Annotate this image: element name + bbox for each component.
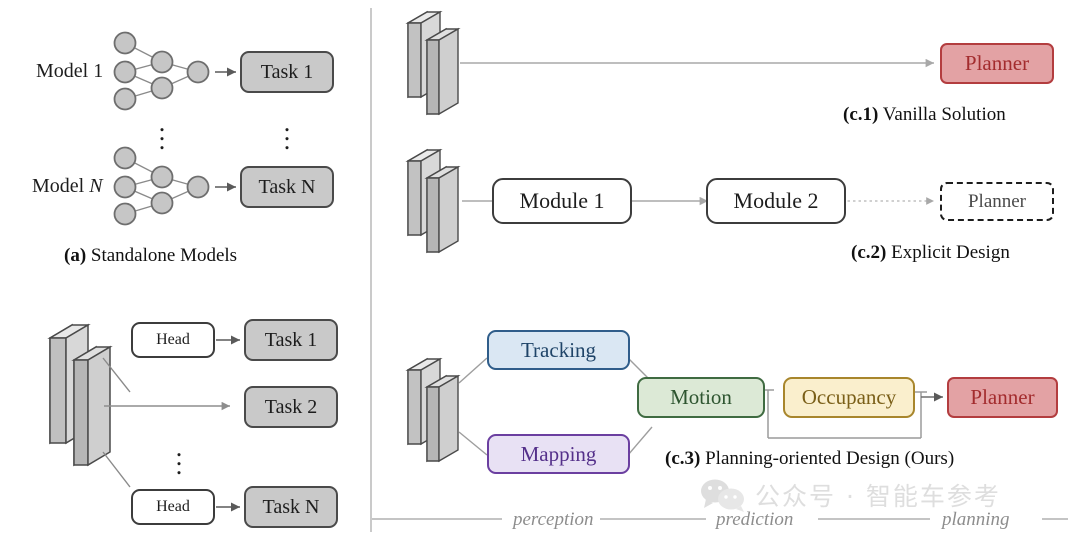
task-box-a-n[interactable]: Task N [240,166,334,208]
stage-label-perception: perception [513,509,594,530]
wechat-icon [701,479,744,512]
caption-panel-c3: (c.3) Planning-oriented Design (Ours) [665,448,955,469]
task-box-b-n[interactable]: Task N [244,486,338,528]
planner-box-c1[interactable]: Planner [940,43,1054,84]
model-label-n: Model N [32,175,103,197]
network-graph-model-1 [113,31,236,111]
module-box-2[interactable]: Module 2 [706,178,846,224]
stage-label-planning: planning [942,509,1010,530]
task-box-b-1[interactable]: Task 1 [244,319,338,361]
ellipsis-task-a: ... [283,108,291,155]
mapping-box[interactable]: Mapping [487,434,630,474]
figure-canvas: Model 1 Model N Task 1 Task N ... ... (a… [0,0,1080,540]
watermark: 公众号 · 智能车参考 [700,477,1001,513]
caption-panel-c2: (c.2) Explicit Design [851,242,1010,263]
ellipsis-network-a: ... [158,108,166,155]
module-box-1[interactable]: Module 1 [492,178,632,224]
encoder-icon-panel-c1 [405,10,461,116]
head-box-top[interactable]: Head [131,322,215,358]
watermark-text: 公众号 · 智能车参考 [755,482,1001,511]
occupancy-box[interactable]: Occupancy [783,377,915,418]
ellipsis-task-b: ... [175,433,183,480]
network-graph-model-n [113,146,236,226]
tracking-box[interactable]: Tracking [487,330,630,370]
stage-label-prediction: prediction [716,509,794,530]
task-box-b-2[interactable]: Task 2 [244,386,338,428]
encoder-branch-lines-panel-b [102,357,230,488]
model-label-1: Model 1 [36,60,104,82]
head-box-bottom[interactable]: Head [131,489,215,525]
task-box-a-1[interactable]: Task 1 [240,51,334,93]
encoder-icon-panel-c2 [405,148,461,254]
planner-box-c2[interactable]: Planner [940,182,1054,221]
caption-panel-c1: (c.1) Vanilla Solution [843,104,1006,125]
head-to-task-arrows [216,335,240,512]
encoder-icon-panel-c3 [405,357,461,463]
caption-panel-a: (a) Standalone Models [64,245,238,266]
planner-box-c3[interactable]: Planner [947,377,1058,418]
motion-box[interactable]: Motion [637,377,765,418]
encoder-icon-panel-b [47,323,113,467]
